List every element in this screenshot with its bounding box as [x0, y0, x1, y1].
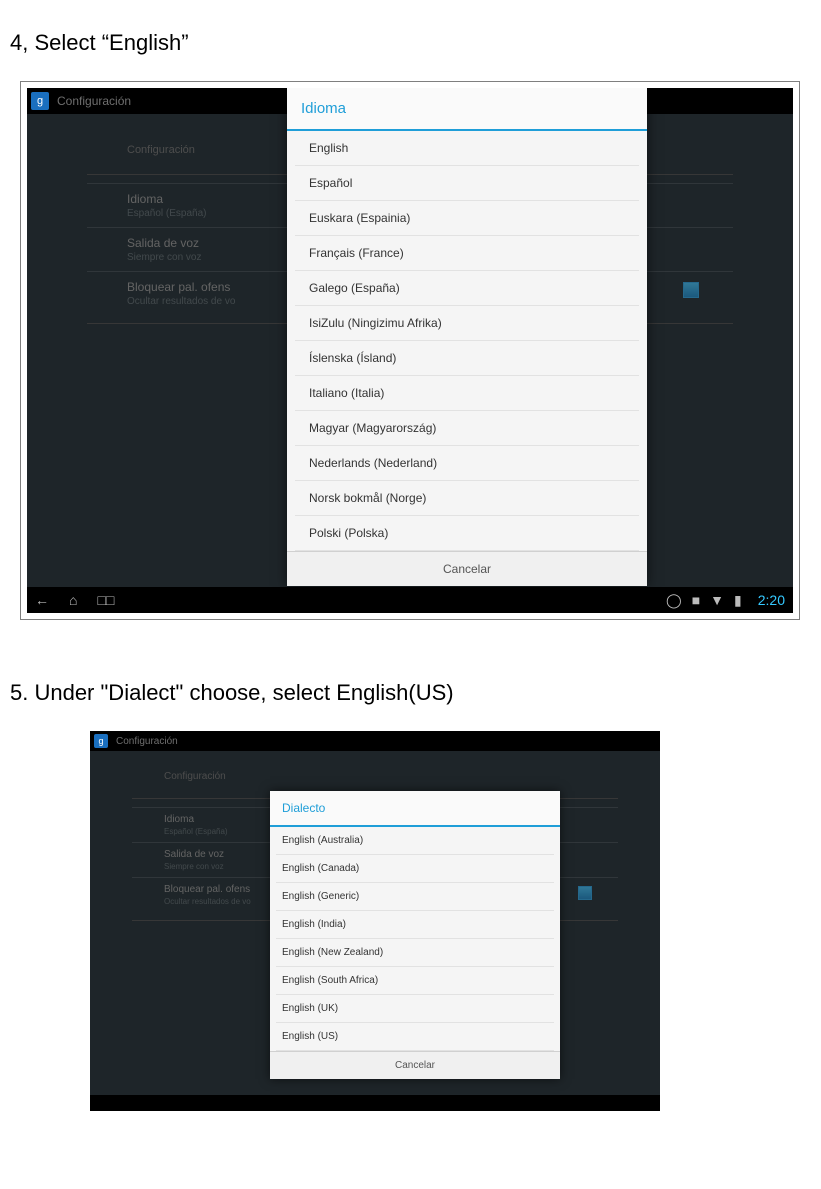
- dialect-item-newzealand[interactable]: English (New Zealand): [276, 939, 554, 967]
- language-item-norsk[interactable]: Norsk bokmål (Norge): [295, 481, 639, 516]
- topbar: g Configuración: [90, 731, 660, 751]
- dialect-item-australia[interactable]: English (Australia): [276, 827, 554, 855]
- language-item-isizulu[interactable]: IsiZulu (Ningizimu Afrika): [295, 306, 639, 341]
- recent-icon[interactable]: □□: [97, 593, 114, 607]
- language-item-magyar[interactable]: Magyar (Magyarország): [295, 411, 639, 446]
- language-item-euskara[interactable]: Euskara (Espainia): [295, 201, 639, 236]
- language-item-francais[interactable]: Français (France): [295, 236, 639, 271]
- dialect-list: English (Australia) English (Canada) Eng…: [270, 827, 560, 1051]
- step5-instruction: 5. Under "Dialect" choose, select Englis…: [10, 680, 821, 706]
- picture-icon: ◯: [666, 593, 682, 607]
- system-navbar: ← ⌂ □□ ◯ ■ ▼ ▮ 2:20: [27, 587, 793, 613]
- language-item-italiano[interactable]: Italiano (Italia): [295, 376, 639, 411]
- cancel-button[interactable]: Cancelar: [270, 1051, 560, 1079]
- home-icon[interactable]: ⌂: [69, 593, 77, 607]
- step4-instruction: 4, Select “English”: [10, 30, 821, 56]
- dialect-item-generic[interactable]: English (Generic): [276, 883, 554, 911]
- language-dialog: Idioma English Español Euskara (Espainia…: [287, 88, 647, 586]
- app-icon: ■: [692, 593, 700, 607]
- dialect-item-india[interactable]: English (India): [276, 911, 554, 939]
- topbar-title: Configuración: [116, 736, 178, 747]
- dialect-dialog: Dialecto English (Australia) English (Ca…: [270, 791, 560, 1079]
- dialog-title: Idioma: [287, 88, 647, 131]
- dialect-item-canada[interactable]: English (Canada): [276, 855, 554, 883]
- language-list: English Español Euskara (Espainia) Franç…: [287, 131, 647, 551]
- language-item-islenska[interactable]: Íslenska (Ísland): [295, 341, 639, 376]
- dialog-title: Dialecto: [270, 791, 560, 827]
- back-icon[interactable]: ←: [35, 593, 49, 607]
- google-icon: g: [31, 92, 49, 110]
- screenshot-1-frame: g Configuración Configuración Idioma Esp…: [20, 81, 800, 620]
- cancel-button[interactable]: Cancelar: [287, 551, 647, 586]
- screenshot-2: g Configuración Configuración Idioma Esp…: [90, 731, 660, 1111]
- dialect-item-us[interactable]: English (US): [276, 1023, 554, 1051]
- dialect-item-uk[interactable]: English (UK): [276, 995, 554, 1023]
- language-item-galego[interactable]: Galego (España): [295, 271, 639, 306]
- topbar-title: Configuración: [57, 94, 131, 108]
- language-item-espanol[interactable]: Español: [295, 166, 639, 201]
- screenshot-1: g Configuración Configuración Idioma Esp…: [27, 88, 793, 613]
- dialect-item-southafrica[interactable]: English (South Africa): [276, 967, 554, 995]
- system-navbar: [90, 1095, 660, 1111]
- language-item-nederlands[interactable]: Nederlands (Nederland): [295, 446, 639, 481]
- google-icon: g: [94, 734, 108, 748]
- usb-icon: ▼: [710, 593, 724, 607]
- clock: 2:20: [758, 592, 785, 608]
- battery-icon: ▮: [734, 593, 742, 607]
- language-item-polski[interactable]: Polski (Polska): [295, 516, 639, 551]
- language-item-english[interactable]: English: [295, 131, 639, 166]
